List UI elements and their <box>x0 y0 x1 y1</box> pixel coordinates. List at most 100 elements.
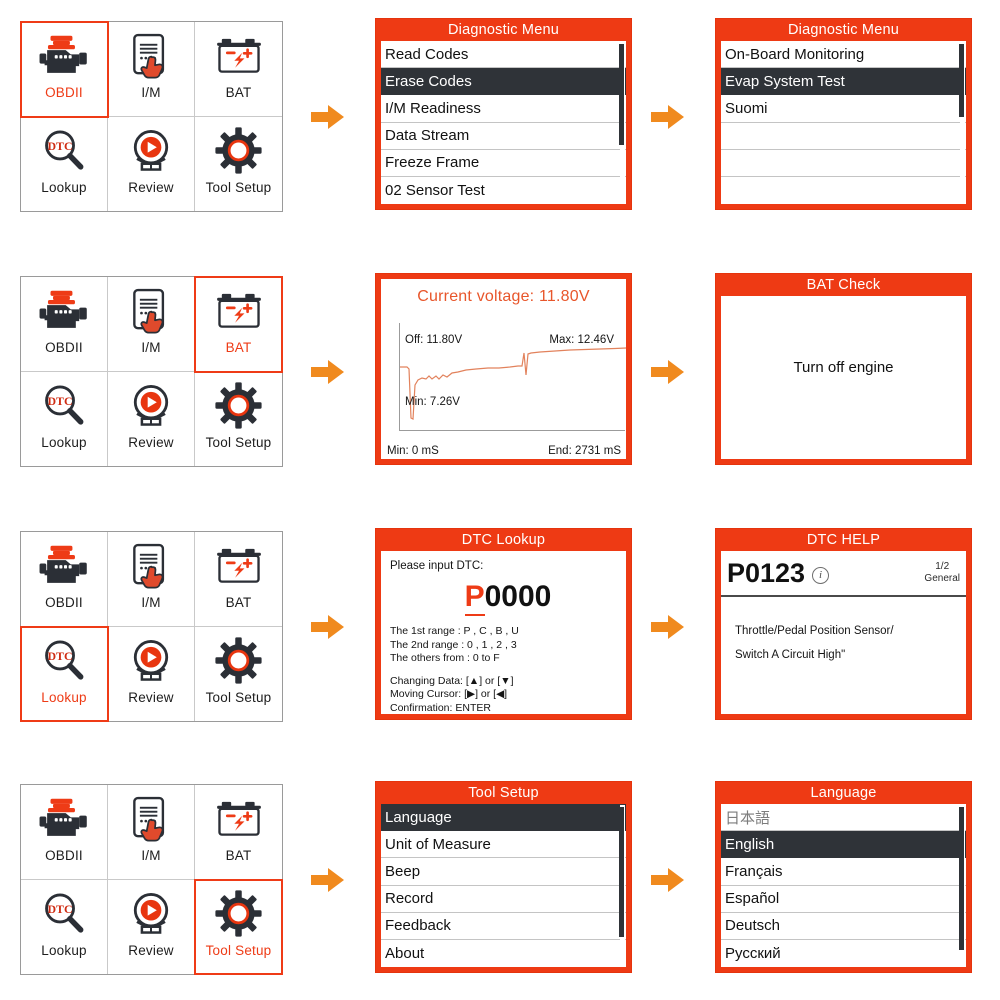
menu-item[interactable]: Record <box>381 886 626 913</box>
menu-item[interactable]: Español <box>721 886 966 913</box>
menu-item-label: English <box>725 836 775 854</box>
grid-cell-lookup[interactable]: Lookup <box>21 879 108 974</box>
scrollbar-track[interactable] <box>959 805 965 967</box>
menu-list[interactable]: Read Codes Erase Codes I/M Readiness Data S… <box>381 41 626 204</box>
grid-cell-review[interactable]: Review <box>108 879 195 974</box>
flow-arrow-icon <box>651 359 685 385</box>
menu-item[interactable] <box>721 150 966 177</box>
dtc-lookup-screen: Please input DTC: P0000 The 1st range : P … <box>381 551 626 714</box>
grid-cell-bat[interactable]: BAT <box>195 785 282 880</box>
dtc-help-meta: 1/2 General <box>924 561 960 585</box>
grid-cell-obdii[interactable]: OBDII <box>21 277 108 372</box>
menu-item[interactable]: Erase Codes <box>381 68 626 96</box>
battery-icon <box>214 283 264 339</box>
menu-item[interactable]: Suomi <box>721 95 966 123</box>
grid-cell-review[interactable]: Review <box>108 371 195 466</box>
menu-list[interactable]: Language Unit of Measure Beep Record Feedbac… <box>381 804 626 967</box>
dtc-magnifier-icon <box>41 886 87 942</box>
grid-cell-review[interactable]: Review <box>108 116 195 211</box>
grid-cell-bat[interactable]: BAT <box>195 532 282 627</box>
menu-item[interactable]: Русский <box>721 940 966 967</box>
grid-cell-bat[interactable]: BAT <box>195 22 282 117</box>
flow-row-bat-flow: OBDII I/M BAT Lookup Review Tool Setup Current… <box>0 255 1000 485</box>
grid-cell-lookup[interactable]: Lookup <box>21 116 108 211</box>
menu-item[interactable]: Read Codes <box>381 41 626 69</box>
menu-list[interactable]: 日本語 English Français Español Deutsch Русский <box>721 804 966 967</box>
grid-cell-im[interactable]: I/M <box>108 785 195 880</box>
grid-cell-label: Tool Setup <box>205 942 272 958</box>
menu-item[interactable]: English <box>721 831 966 859</box>
scrollbar-track[interactable] <box>619 805 625 967</box>
menu-item-label: 02 Sensor Test <box>385 181 485 199</box>
scrollbar-track[interactable] <box>619 42 625 204</box>
grid-cell-lookup[interactable]: Lookup <box>20 625 109 722</box>
main-menu-grid[interactable]: OBDII I/M BAT Lookup Review Tool Setup <box>20 21 283 212</box>
main-menu-grid[interactable]: OBDII I/M BAT Lookup Review Tool Setup <box>20 784 283 975</box>
dtc-description-line: Throttle/Pedal Position Sensor/ <box>735 625 894 637</box>
dtc-magnifier-icon <box>41 378 87 434</box>
menu-item[interactable]: Deutsch <box>721 913 966 940</box>
info-icon[interactable]: i <box>812 566 830 584</box>
menu-item-label: Feedback <box>385 917 451 935</box>
battery-test-screen: Current voltage: 11.80V Off: 11.80V Max: 1… <box>381 279 626 459</box>
dtc-code-rest[interactable]: 0000 <box>485 580 552 613</box>
menu-item[interactable]: I/M Readiness <box>381 95 626 123</box>
menu-item[interactable] <box>721 177 966 204</box>
grid-cell-im[interactable]: I/M <box>108 22 195 117</box>
play-monitor-icon <box>127 123 175 179</box>
grid-cell-toolsetup[interactable]: Tool Setup <box>195 627 282 722</box>
grid-cell-review[interactable]: Review <box>108 626 195 721</box>
flow-row-obdii-flow: OBDII I/M BAT Lookup Review Tool Setup Diagnos… <box>0 0 1000 230</box>
menu-item[interactable]: About <box>381 940 626 967</box>
menu-item-label: About <box>385 944 425 962</box>
screenshot-root: OBDII I/M BAT Lookup Review Tool Setup Diagnos… <box>0 0 1000 1000</box>
grid-cell-obdii[interactable]: OBDII <box>21 785 108 880</box>
scrollbar-thumb[interactable] <box>619 43 624 145</box>
menu-item[interactable]: Unit of Measure <box>381 831 626 859</box>
menu-list[interactable]: On-Board Monitoring Evap System Test Suomi <box>721 41 966 204</box>
screen-body: Turn off engine <box>721 296 966 459</box>
main-menu-grid[interactable]: OBDII I/M BAT Lookup Review Tool Setup <box>20 531 283 722</box>
device-screen-b: DTC HELP P0123 i 1/2 General Throttle/Pedal P… <box>715 528 972 720</box>
gear-icon <box>215 633 262 689</box>
menu-item[interactable]: Beep <box>381 858 626 886</box>
scrollbar-thumb[interactable] <box>959 806 964 951</box>
grid-cell-lookup[interactable]: Lookup <box>21 371 108 466</box>
menu-item[interactable]: Language <box>381 804 626 832</box>
grid-cell-label: OBDII <box>45 595 83 610</box>
dtc-code-char-active[interactable]: P <box>464 580 485 616</box>
message-text: Turn off engine <box>793 359 894 376</box>
screen-title: Diagnostic Menu <box>788 22 899 38</box>
menu-item[interactable]: Français <box>721 858 966 886</box>
grid-cell-label: Lookup <box>41 434 87 450</box>
menu-item[interactable]: On-Board Monitoring <box>721 41 966 69</box>
grid-cell-im[interactable]: I/M <box>108 277 195 372</box>
menu-item-label: On-Board Monitoring <box>725 45 865 63</box>
dtc-description-line: Switch A Circuit High" <box>735 649 846 661</box>
grid-cell-label: I/M <box>141 848 161 863</box>
menu-item[interactable]: Freeze Frame <box>381 150 626 177</box>
grid-cell-toolsetup[interactable]: Tool Setup <box>194 878 283 975</box>
grid-cell-im[interactable]: I/M <box>108 532 195 627</box>
menu-item-label: Language <box>385 809 452 827</box>
dtc-help-header: P0123 i 1/2 General <box>721 551 966 597</box>
menu-item[interactable]: Feedback <box>381 913 626 940</box>
menu-item[interactable]: Data Stream <box>381 123 626 150</box>
menu-item[interactable]: 日本語 <box>721 804 966 832</box>
menu-item[interactable]: Evap System Test <box>721 68 966 96</box>
scrollbar-thumb[interactable] <box>619 806 624 938</box>
menu-item[interactable] <box>721 123 966 150</box>
grid-cell-toolsetup[interactable]: Tool Setup <box>195 372 282 467</box>
menu-item-label: Русский <box>725 944 781 962</box>
main-menu-grid[interactable]: OBDII I/M BAT Lookup Review Tool Setup <box>20 276 283 467</box>
grid-cell-bat[interactable]: BAT <box>194 276 283 373</box>
menu-item[interactable]: 02 Sensor Test <box>381 177 626 204</box>
dtc-code-input[interactable]: P0000 <box>390 580 626 616</box>
engine-icon <box>37 28 91 84</box>
grid-cell-toolsetup[interactable]: Tool Setup <box>195 117 282 212</box>
scrollbar-track[interactable] <box>959 42 965 204</box>
grid-cell-obdii[interactable]: OBDII <box>20 21 109 118</box>
grid-cell-obdii[interactable]: OBDII <box>21 532 108 627</box>
scrollbar-thumb[interactable] <box>959 43 964 117</box>
gear-icon <box>215 123 262 179</box>
